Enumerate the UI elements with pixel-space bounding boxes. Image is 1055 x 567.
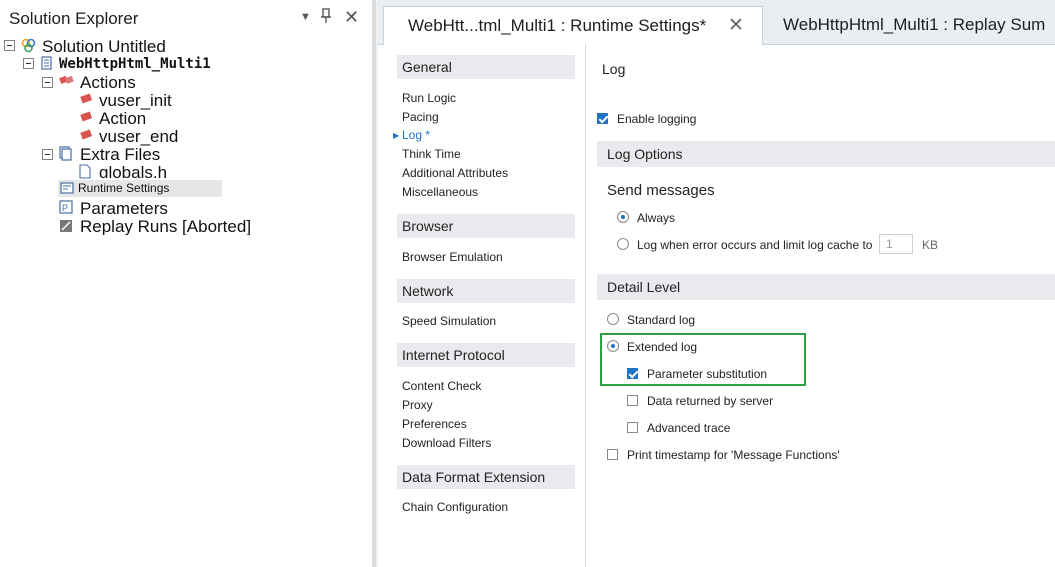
script-icon [40,56,54,70]
tree-script[interactable]: WebHttpHtml_Multi1 [59,55,211,73]
parameter-substitution-checkbox[interactable] [627,368,638,379]
extended-log-radio[interactable] [607,340,619,352]
always-label: Always [637,211,676,225]
replay-runs-icon [59,219,73,233]
nav-item-run-logic[interactable]: Run Logic [402,91,456,105]
tab-replay-summary-label: WebHttpHtml_Multi1 : Replay Sum [783,15,1046,34]
action-icon [79,92,93,106]
actions-folder-icon [59,74,74,88]
extra-files-icon [59,146,73,161]
nav-item-content-check[interactable]: Content Check [402,379,481,393]
nav-group-general: General [397,55,575,79]
nav-item-additional-attributes[interactable]: Additional Attributes [402,166,508,180]
action-icon [79,110,93,124]
collapse-extra-files-toggle[interactable] [42,149,53,160]
enable-logging-label: Enable logging [617,112,697,126]
pin-icon[interactable] [320,8,332,27]
standard-log-radio[interactable] [607,313,619,325]
nav-item-preferences[interactable]: Preferences [402,417,467,431]
solution-explorer-title: Solution Explorer [9,9,139,28]
nav-divider [585,44,586,567]
log-options-header: Log Options [597,141,1055,167]
tree-solution[interactable]: Solution Untitled [42,38,166,56]
tree-actions[interactable]: Actions [80,74,136,92]
close-tab-icon[interactable]: ✕ [728,7,744,45]
file-icon [79,164,93,179]
nav-item-log[interactable]: Log * [402,128,430,142]
tree-replay-runs[interactable]: Replay Runs [Aborted] [80,218,251,235]
tree-action[interactable]: Action [99,110,146,128]
parameter-substitution-label: Parameter substitution [647,367,768,381]
tree-parameters[interactable]: Parameters [80,200,168,218]
nav-group-internet-protocol: Internet Protocol [397,343,575,367]
tree-globals[interactable]: globals.h [99,164,167,178]
nav-group-data-format-extension: Data Format Extension [397,465,575,489]
tab-runtime-settings-label: WebHtt...tml_Multi1 : Runtime Settings* [408,16,707,35]
nav-item-download-filters[interactable]: Download Filters [402,436,491,450]
detail-level-header: Detail Level [597,274,1055,300]
data-returned-checkbox[interactable] [627,395,638,406]
parameters-icon: P [59,200,73,214]
log-when-error-radio[interactable] [617,238,629,250]
panel-splitter-edge [376,0,378,567]
solution-icon [21,38,36,53]
nav-item-proxy[interactable]: Proxy [402,398,433,412]
dropdown-icon[interactable]: ▼ [300,11,311,23]
nav-item-speed-simulation[interactable]: Speed Simulation [402,314,496,328]
collapse-script-toggle[interactable] [23,58,34,69]
enable-logging-checkbox[interactable] [597,113,608,124]
selected-arrow-icon: ▶ [393,131,400,140]
tab-replay-summary[interactable]: WebHttpHtml_Multi1 : Replay Sum [764,6,1055,44]
tree-extra-files[interactable]: Extra Files [80,146,160,164]
svg-text:P: P [62,203,68,213]
nav-item-pacing[interactable]: Pacing [402,110,439,124]
nav-item-browser-emulation[interactable]: Browser Emulation [402,250,503,264]
nav-item-think-time[interactable]: Think Time [402,147,461,161]
always-radio[interactable] [617,211,629,223]
runtime-settings-icon [60,181,74,195]
close-icon[interactable]: ✕ [344,7,359,28]
solution-explorer-panel [0,0,372,567]
print-timestamp-label: Print timestamp for 'Message Functions' [627,448,840,462]
page-title: Log [602,61,626,77]
tab-runtime-settings[interactable]: WebHtt...tml_Multi1 : Runtime Settings* … [383,6,763,45]
send-messages-heading: Send messages [607,182,715,199]
nav-item-chain-configuration[interactable]: Chain Configuration [402,500,508,514]
cache-unit-label: KB [922,238,939,252]
advanced-trace-checkbox[interactable] [627,422,638,433]
advanced-trace-label: Advanced trace [647,421,731,435]
extended-log-label: Extended log [627,340,698,354]
nav-group-browser: Browser [397,214,575,238]
collapse-solution-toggle[interactable] [4,40,15,51]
tree-vuser-end[interactable]: vuser_end [99,128,178,146]
log-cache-size-input[interactable] [879,234,913,254]
tree-runtime-settings[interactable]: Runtime Settings [78,181,169,195]
nav-item-miscellaneous[interactable]: Miscellaneous [402,185,478,199]
standard-log-label: Standard log [627,313,696,327]
data-returned-label: Data returned by server [647,394,774,408]
log-when-error-label: Log when error occurs and limit log cach… [637,238,873,252]
tree-vuser-init[interactable]: vuser_init [99,92,172,110]
nav-group-network: Network [397,279,575,303]
collapse-actions-toggle[interactable] [42,77,53,88]
print-timestamp-checkbox[interactable] [607,449,618,460]
action-icon [79,128,93,142]
